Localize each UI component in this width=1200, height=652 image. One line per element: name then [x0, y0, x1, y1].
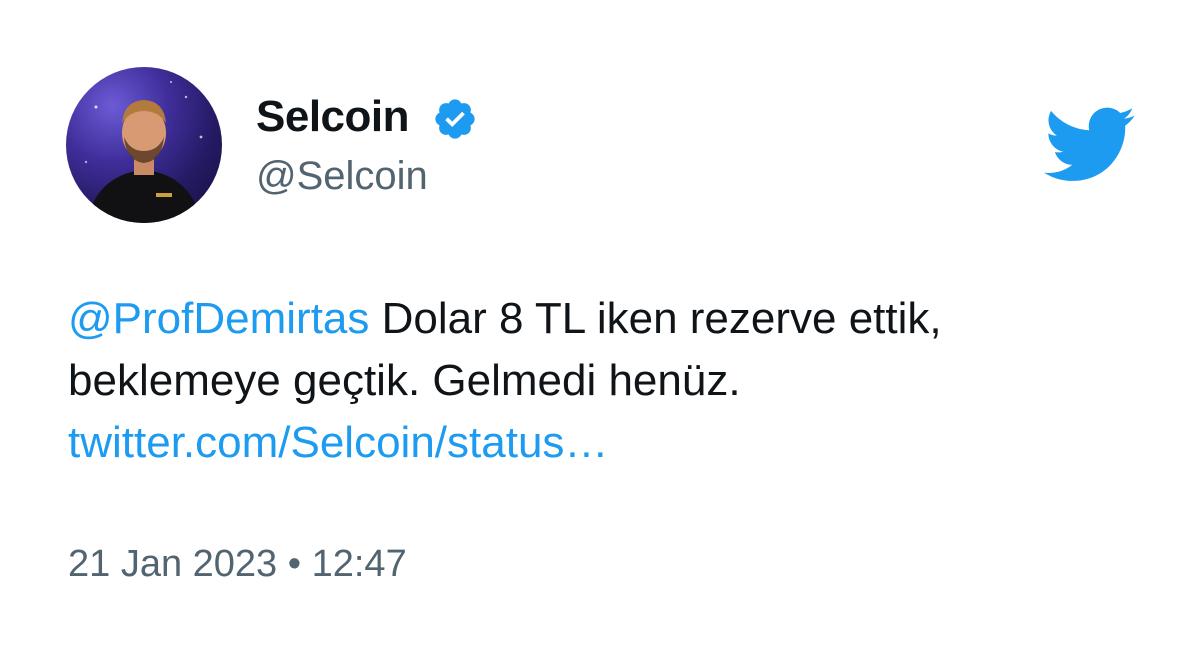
tweet-date: 21 Jan 2023: [68, 543, 278, 585]
meta-separator: •: [277, 543, 312, 585]
timestamp[interactable]: 21 Jan 2023 • 12:47: [68, 540, 407, 588]
tweet-text-line1: Dolar 8 TL iken rezerve ettik,: [369, 294, 942, 343]
user-handle[interactable]: @Selcoin: [256, 152, 428, 200]
avatar-image: [84, 81, 203, 223]
twitter-bird-icon[interactable]: [1044, 106, 1136, 184]
mention-link[interactable]: @ProfDemirtas: [68, 294, 369, 343]
tweet-text: @ProfDemirtas Dolar 8 TL iken rezerve et…: [68, 288, 1148, 474]
avatar[interactable]: [66, 67, 222, 223]
status-link[interactable]: twitter.com/Selcoin/status…: [68, 418, 608, 467]
tweet-text-line2: beklemeye geçtik. Gelmedi henüz.: [68, 356, 741, 405]
display-name[interactable]: Selcoin: [256, 92, 410, 142]
verified-badge-icon: [435, 99, 475, 139]
tweet-time: 12:47: [311, 543, 407, 585]
